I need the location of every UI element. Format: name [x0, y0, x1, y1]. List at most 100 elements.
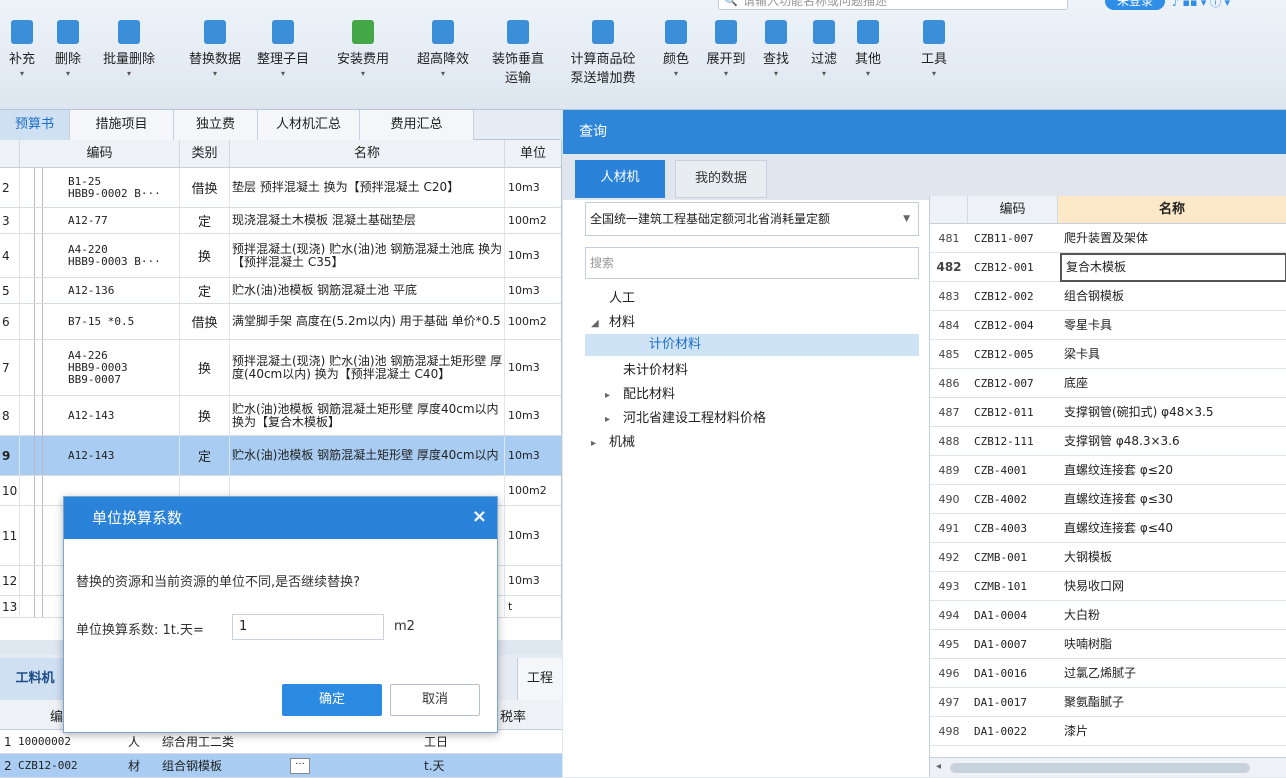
- tree-toggle-icon[interactable]: ▸: [591, 433, 609, 455]
- close-icon[interactable]: ×: [472, 497, 487, 537]
- resource-row[interactable]: 497 DA1-0017 聚氨酯腻子: [930, 688, 1286, 717]
- cell-n: 483: [938, 290, 960, 303]
- tab-resource-summary[interactable]: 人材机汇总: [258, 110, 360, 140]
- header-icons[interactable]: ♪ ▪▪ ▾ ⓘ ▾: [1172, 0, 1282, 9]
- cell-code: B1-25 HBB9-0002 B···: [20, 168, 180, 207]
- tab-resources[interactable]: 人材机: [575, 160, 665, 198]
- toolbar-button-0[interactable]: 补充 ▾: [4, 20, 40, 79]
- resource-row[interactable]: 486 CZB12-007 底座: [930, 369, 1286, 398]
- tree-node[interactable]: 计价材料: [585, 334, 919, 356]
- tree-toggle-icon[interactable]: ▸: [605, 385, 623, 407]
- toolbar-button-6[interactable]: 超高降效 ▾: [410, 20, 476, 79]
- cell-name: 满堂脚手架 高度在(5.2m以内) 用于基础 单价*0.5: [230, 304, 505, 339]
- toolbar-button-2[interactable]: 批量删除 ▾: [94, 20, 164, 79]
- resource-row[interactable]: 483 CZB12-002 组合钢模板: [930, 282, 1286, 311]
- ok-button[interactable]: 确定: [282, 684, 382, 716]
- toolbar-button-7[interactable]: 装饰垂直 运输: [481, 20, 555, 86]
- table-row[interactable]: 2 B1-25 HBB9-0002 B··· 借换 垫层 预拌混凝土 换为【预拌混凝土…: [0, 168, 561, 208]
- cell-num: 13: [0, 596, 20, 617]
- tree-toggle-icon[interactable]: ◢: [591, 313, 609, 335]
- resource-row[interactable]: 487 CZB12-011 支撑钢管(碗扣式) φ48×3.5: [930, 398, 1286, 427]
- tree-node[interactable]: 人工: [591, 288, 635, 310]
- tab-cost-summary[interactable]: 费用汇总: [360, 110, 474, 140]
- materials-row[interactable]: 1 10000002 人 综合用工二类 工日: [0, 730, 562, 754]
- tab-budget[interactable]: 预算书: [0, 110, 70, 140]
- login-button[interactable]: 未登录: [1105, 0, 1165, 10]
- scroll-left-icon[interactable]: ◂: [936, 761, 941, 772]
- cancel-button[interactable]: 取消: [390, 684, 480, 716]
- tab-independent-fee[interactable]: 独立费: [174, 110, 258, 140]
- tree-line: [42, 596, 43, 617]
- header-type[interactable]: 类别: [180, 140, 230, 168]
- cell-code: A12-77: [20, 208, 180, 233]
- resource-row[interactable]: 493 CZMB-101 快易收口网: [930, 572, 1286, 601]
- scrollbar-thumb[interactable]: [950, 763, 1250, 773]
- resource-row[interactable]: 498 DA1-0022 漆片: [930, 717, 1286, 746]
- tab-my-data[interactable]: 我的数据: [675, 160, 767, 198]
- header-resource-code[interactable]: 编码: [968, 196, 1058, 224]
- table-row[interactable]: 5 A12-136 定贮水(油)池模板 钢筋混凝土池 平底 10m3: [0, 278, 561, 304]
- tree-node[interactable]: ▸ 机械: [591, 432, 635, 454]
- tree-node[interactable]: ▸ 配比材料: [605, 384, 675, 406]
- tree-node[interactable]: 未计价材料: [605, 360, 688, 382]
- cell-unit: 10m3: [505, 278, 561, 303]
- tree-line: [34, 596, 35, 617]
- resource-row[interactable]: 481 CZB11-007 爬升装置及架体: [930, 224, 1286, 253]
- header-name[interactable]: 名称: [230, 140, 505, 168]
- resource-row[interactable]: 489 CZB-4001 直螺纹连接套 φ≤20: [930, 456, 1286, 485]
- table-row[interactable]: 3 A12-77 定现浇混凝土木模板 混凝土基础垫层 100m2: [0, 208, 561, 234]
- toolbar-button-5[interactable]: 安装费用 ▾: [330, 20, 396, 79]
- materials-row[interactable]: 2 CZB12-002 材 组合钢模板 t.天 ···: [0, 754, 562, 778]
- function-search-input[interactable]: 请输入功能名称或问题描述: [718, 0, 1068, 10]
- dropdown-arrow-icon: ▾: [126, 69, 131, 78]
- cell-name: 支撑钢管(碗扣式) φ48×3.5: [1064, 405, 1214, 419]
- library-select[interactable]: 全国统一建筑工程基础定额河北省消耗量定额 ▼: [585, 202, 919, 236]
- header-tax-rate: 税率: [500, 710, 527, 725]
- tree-toggle-icon[interactable]: ▸: [605, 409, 623, 431]
- query-tab-bar: [563, 154, 1286, 200]
- resource-row[interactable]: 488 CZB12-111 支撑钢管 φ48.3×3.6: [930, 427, 1286, 456]
- resource-row[interactable]: 485 CZB12-005 梁卡具: [930, 340, 1286, 369]
- cell-name: 爬升装置及架体: [1064, 231, 1149, 245]
- cell-name: 现浇混凝土木模板 混凝土基础垫层: [230, 208, 505, 233]
- header-unit[interactable]: 单位: [505, 140, 561, 168]
- resource-row[interactable]: 495 DA1-0007 呋喃树脂: [930, 630, 1286, 659]
- toolbar-button-13[interactable]: 其他 ▾: [848, 20, 888, 79]
- resource-row[interactable]: 492 CZMB-001 大钢模板: [930, 543, 1286, 572]
- table-row[interactable]: 4 A4-220 HBB9-0003 B··· 换预拌混凝土(现浇) 贮水(油)池 …: [0, 234, 561, 278]
- toolbar-button-4[interactable]: 整理子目 ▾: [250, 20, 316, 79]
- table-row[interactable]: 6 B7-15 *0.5 借换 满堂脚手架 高度在(5.2m以内) 用于基础 单价*0…: [0, 304, 561, 340]
- resource-row[interactable]: 494 DA1-0004 大白粉: [930, 601, 1286, 630]
- tab-materials[interactable]: 工料机: [0, 658, 70, 700]
- toolbar-button-3[interactable]: 替换数据 ▾: [180, 20, 250, 79]
- tab-measures[interactable]: 措施项目: [70, 110, 174, 140]
- toolbar-label: 批量删除: [102, 52, 155, 67]
- table-row[interactable]: 9 A12-143 定贮水(油)池模板 钢筋混凝土矩形壁 厚度40cm以内 10m3: [0, 436, 561, 476]
- toolbar-button-8[interactable]: 计算商品砼 泵送增加费: [556, 20, 650, 86]
- toolbar-button-10[interactable]: 展开到 ▾: [702, 20, 750, 79]
- query-search-input[interactable]: 搜索: [585, 247, 919, 279]
- toolbar-button-11[interactable]: 查找 ▾: [758, 20, 794, 79]
- ellipsis-button[interactable]: ···: [290, 758, 310, 774]
- toolbar-button-12[interactable]: 过滤 ▾: [806, 20, 842, 79]
- tab-project[interactable]: 工程: [517, 658, 562, 700]
- resource-row[interactable]: 491 CZB-4003 直螺纹连接套 φ≤40: [930, 514, 1286, 543]
- table-row[interactable]: 8 A12-143 换贮水(油)池模板 钢筋混凝土矩形壁 厚度40cm以内 换为【复…: [0, 396, 561, 436]
- toolbar-button-14[interactable]: 工具 ▾: [916, 20, 952, 79]
- cell-type: 换: [180, 234, 230, 277]
- header-code[interactable]: 编码: [20, 140, 180, 168]
- resource-row[interactable]: 484 CZB12-004 零星卡具: [930, 311, 1286, 340]
- tree-node[interactable]: ▸ 河北省建设工程材料价格: [605, 408, 766, 430]
- factor-input[interactable]: 1: [232, 614, 384, 640]
- toolbar-button-1[interactable]: 删除 ▾: [50, 20, 86, 79]
- cell-n: 497: [938, 696, 960, 709]
- table-row[interactable]: 7 A4-226 HBB9-0003 BB9-0007 换预拌混凝土(现浇) 贮水(…: [0, 340, 561, 396]
- toolbar-button-9[interactable]: 颜色 ▾: [658, 20, 694, 79]
- resource-row[interactable]: 490 CZB-4002 直螺纹连接套 φ≤30: [930, 485, 1286, 514]
- resource-row[interactable]: 496 DA1-0016 过氯乙烯腻子: [930, 659, 1286, 688]
- header-resource-name[interactable]: 名称: [1058, 196, 1286, 224]
- cell-name: 大钢模板: [1064, 550, 1113, 564]
- resource-row[interactable]: 482 CZB12-001 复合木模板: [930, 253, 1286, 282]
- horizontal-scrollbar[interactable]: ◂: [930, 757, 1286, 777]
- tree-node[interactable]: ◢ 材料: [591, 312, 635, 334]
